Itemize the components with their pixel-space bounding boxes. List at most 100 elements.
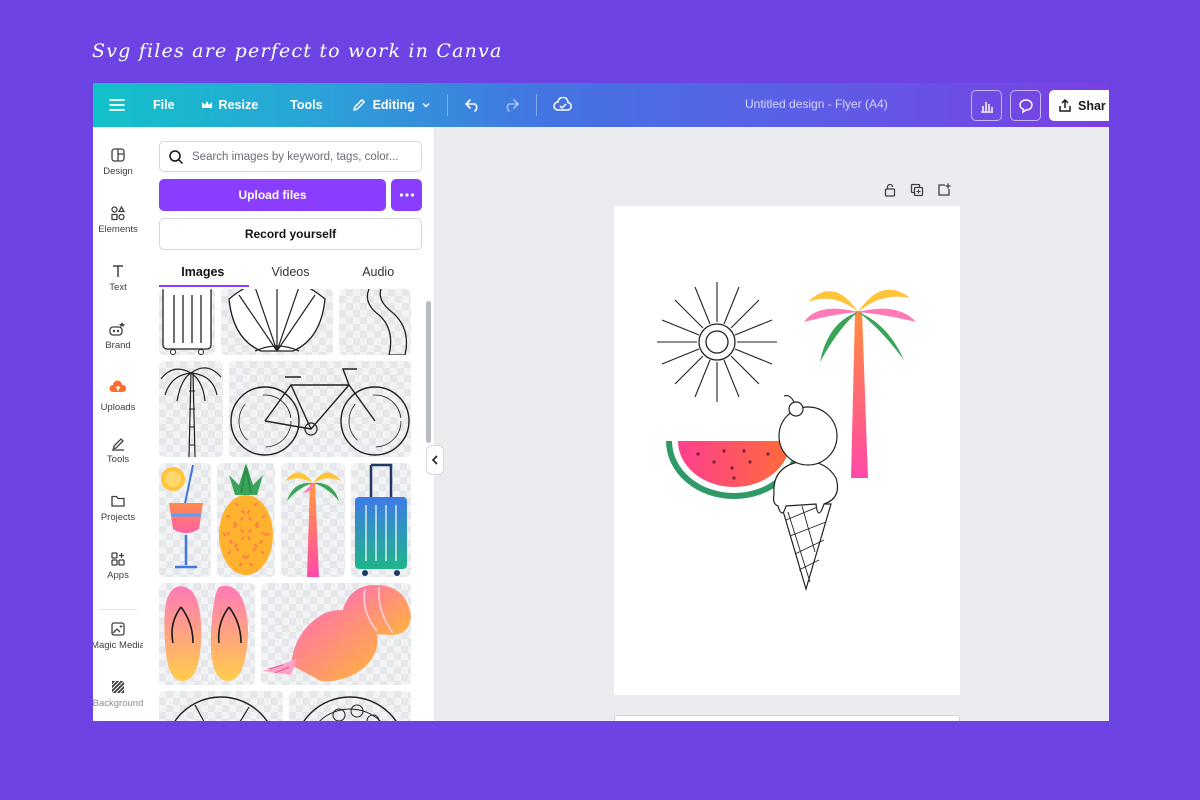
tab-audio[interactable]: Audio [334, 257, 422, 287]
record-yourself-button[interactable]: Record yourself [159, 218, 422, 250]
redo-icon [506, 99, 520, 112]
search-icon [169, 149, 184, 164]
brand-icon [109, 322, 125, 336]
editing-label: Editing [372, 98, 415, 112]
image-tile-flip-flops[interactable] [159, 583, 255, 685]
rail-label: Uploads [100, 402, 136, 413]
ice-cream-outline[interactable] [772, 395, 839, 592]
image-tile-bicycle-outline[interactable] [229, 361, 411, 457]
top-bar: File Resize Tools Editing Untitled desig… [93, 83, 1109, 127]
file-label: File [153, 98, 175, 112]
file-menu[interactable]: File [143, 90, 185, 120]
undo-button[interactable] [454, 90, 492, 120]
rail-label: Tools [106, 454, 130, 465]
share-icon [1059, 98, 1071, 112]
rail-item-projects[interactable]: Projects [93, 493, 143, 523]
rail-label: Design [103, 166, 133, 177]
more-options-button[interactable] [391, 179, 422, 211]
image-tile-palm-tree[interactable] [281, 463, 345, 577]
rail-item-text[interactable]: Text [93, 263, 143, 293]
rail-item-magic-media[interactable]: Magic Media [93, 621, 145, 651]
rail-item-tools[interactable]: Tools [93, 435, 143, 465]
rail-label: Text [109, 282, 127, 293]
image-tile-road-outline[interactable] [339, 289, 411, 355]
image-tile-suitcase-outline[interactable] [159, 289, 215, 355]
chevron-down-icon [422, 102, 430, 108]
comment-button[interactable] [1010, 90, 1041, 121]
chevron-left-icon [431, 455, 438, 465]
hamburger-icon [109, 99, 125, 111]
elements-icon [111, 205, 126, 221]
collapse-panel-button[interactable] [426, 445, 444, 475]
search-box[interactable] [159, 141, 422, 172]
topbar-actions: Shar [971, 90, 1109, 121]
share-label: Shar [1078, 98, 1106, 113]
image-tile-cocktail[interactable] [159, 463, 211, 577]
divider [535, 94, 537, 116]
design-page[interactable] [614, 206, 960, 695]
rail-item-design[interactable]: Design [93, 147, 143, 177]
apps-icon [111, 552, 125, 566]
upload-files-button[interactable]: Upload files [159, 179, 386, 211]
rail-item-elements[interactable]: Elements [93, 205, 143, 235]
resize-label: Resize [218, 98, 259, 112]
page-artwork [657, 282, 916, 592]
insights-button[interactable] [971, 90, 1002, 121]
cloud-check-icon [553, 97, 572, 111]
comment-icon [1018, 98, 1033, 114]
image-tile-suitcase[interactable] [351, 463, 411, 577]
page-tools [883, 183, 951, 197]
menu-button[interactable] [99, 90, 135, 120]
text-icon [113, 265, 123, 277]
tools-icon [112, 438, 124, 451]
media-tabs: Images Videos Audio [159, 257, 422, 287]
sun-outline[interactable] [657, 282, 777, 402]
divider [446, 94, 448, 116]
rail-label: Elements [98, 224, 138, 235]
design-title[interactable]: Untitled design - Flyer (A4) [745, 97, 888, 111]
next-page-preview[interactable] [614, 715, 960, 721]
rail-item-brand[interactable]: Brand [93, 321, 143, 351]
rail-label: Background [93, 698, 144, 709]
canva-window: File Resize Tools Editing Untitled desig… [93, 83, 1109, 721]
save-status-button[interactable] [543, 90, 583, 120]
rail-label: Projects [100, 512, 136, 523]
image-tile-seashell-outline[interactable] [221, 289, 333, 355]
rail-item-apps[interactable]: Apps [93, 551, 143, 581]
rail-item-background[interactable]: Background [93, 679, 143, 709]
share-button[interactable]: Shar [1049, 90, 1109, 121]
image-tile-palm-outline[interactable] [159, 361, 223, 457]
rail-item-uploads[interactable]: Uploads [93, 377, 143, 413]
pencil-icon [352, 99, 365, 111]
uploads-icon [107, 377, 129, 399]
panel-scrollbar[interactable] [426, 301, 431, 443]
image-grid [159, 289, 411, 721]
add-page-icon[interactable] [937, 183, 951, 197]
background-icon [111, 680, 125, 694]
rail-divider [99, 609, 137, 610]
lock-icon[interactable] [883, 183, 897, 197]
rail-label: Brand [105, 340, 131, 351]
tools-label: Tools [290, 98, 323, 112]
image-tile-seashells[interactable] [261, 583, 411, 685]
design-icon [111, 148, 125, 162]
image-tile-circle-outline[interactable] [159, 691, 283, 721]
magic-media-icon [111, 622, 125, 636]
projects-icon [111, 495, 125, 507]
tools-menu[interactable]: Tools [280, 90, 332, 120]
editing-mode-dropdown[interactable]: Editing [341, 90, 441, 120]
tab-videos[interactable]: Videos [247, 257, 335, 287]
undo-icon [464, 99, 478, 112]
duplicate-page-icon[interactable] [910, 183, 924, 197]
active-tab-indicator [159, 285, 249, 287]
search-input[interactable] [192, 150, 412, 163]
rail-label: Magic Media [93, 640, 145, 651]
image-tile-pineapple[interactable] [217, 463, 275, 577]
resize-button[interactable]: Resize [191, 90, 269, 120]
image-tile-circle-outline-2[interactable] [289, 691, 411, 721]
tab-images[interactable]: Images [159, 257, 247, 287]
uploads-panel: Upload files Record yourself Images Vide… [143, 127, 435, 721]
rail-label: Apps [107, 570, 129, 581]
redo-button[interactable] [492, 90, 530, 120]
bar-chart-icon [980, 101, 993, 113]
